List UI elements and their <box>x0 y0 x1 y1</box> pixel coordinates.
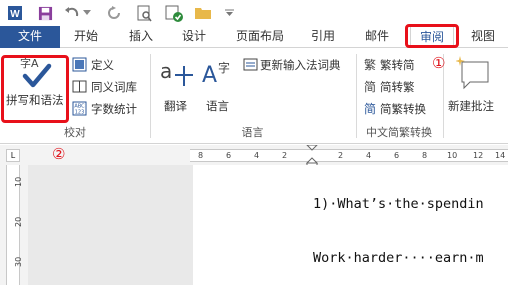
document-line[interactable]: 1)·What’s·the·spendin <box>313 196 484 212</box>
document-line[interactable]: Work·harder····earn·m <box>313 250 484 266</box>
translate-label: 翻译 <box>164 99 187 113</box>
undo-dropdown-icon[interactable] <box>82 3 92 23</box>
callout-two: ② <box>52 145 66 163</box>
vruler-tick: 30 <box>14 256 23 267</box>
tab-file[interactable]: 文件 <box>0 26 60 48</box>
define-icon <box>72 57 87 72</box>
ruler-tick: 6 <box>226 151 232 160</box>
chinese-convert-button[interactable]: 简 简繁转换 <box>362 100 442 118</box>
simp-to-trad-label: 简转繁 <box>380 80 415 94</box>
language-label: 语言 <box>206 99 229 113</box>
ruler-tick: 2 <box>338 151 344 160</box>
language-icon: A 字 <box>202 60 230 88</box>
svg-text:A: A <box>202 63 217 88</box>
tab-view[interactable]: 视图 <box>460 26 506 48</box>
ribbon-review: 字A 拼写和语法 定义 同义词库 ABC 123 字数统计 校对 a 翻译 A 字… <box>0 48 508 144</box>
trad-to-simp-button[interactable]: 繁 繁转简 <box>362 56 442 74</box>
svg-text:简: 简 <box>364 80 376 94</box>
svg-text:123: 123 <box>75 110 85 116</box>
ime-dictionary-icon <box>243 58 258 71</box>
word-count-label: 字数统计 <box>91 102 137 116</box>
tab-home[interactable]: 开始 <box>63 26 109 48</box>
update-ime-dictionary-button[interactable]: 更新输入法词典 <box>243 56 351 74</box>
define-label: 定义 <box>91 58 114 72</box>
word-icon[interactable]: W <box>6 3 24 23</box>
tab-page-layout[interactable]: 页面布局 <box>228 26 292 48</box>
ruler-tick: 2 <box>282 151 288 160</box>
chinese-convert-icon: 简 <box>364 102 376 116</box>
ruler-tick: 14 <box>495 151 506 160</box>
spelling-icon[interactable] <box>164 3 184 23</box>
thesaurus-icon <box>72 80 87 93</box>
ruler-tick: 8 <box>198 151 204 160</box>
tab-selector-button[interactable]: L <box>6 149 20 162</box>
tab-mailings[interactable]: 邮件 <box>354 26 400 48</box>
chinese-convert-label: 简繁转换 <box>380 102 426 116</box>
spelling-button-highlight <box>1 55 69 123</box>
ruler-tick: 8 <box>422 151 428 160</box>
ruler-tick: 12 <box>473 151 484 160</box>
simp-to-trad-icon: 简 <box>364 80 376 94</box>
ruler-tick: 4 <box>254 151 260 160</box>
open-folder-icon[interactable] <box>193 3 213 23</box>
print-preview-icon[interactable] <box>135 3 153 23</box>
svg-text:繁: 繁 <box>364 57 376 72</box>
document-canvas: 1)·What’s·the·spendin Work·harder····ear… <box>28 165 508 285</box>
vertical-ruler[interactable]: 10 20 30 <box>0 165 28 285</box>
svg-text:简: 简 <box>364 102 376 116</box>
vertical-ruler-strip: 10 20 30 <box>6 165 23 285</box>
callout-one: ① <box>432 54 446 72</box>
indent-marker-icon[interactable] <box>306 145 318 167</box>
language-group-label: 语言 <box>241 126 264 139</box>
thesaurus-button[interactable]: 同义词库 <box>70 78 160 96</box>
customize-dropdown-icon[interactable] <box>224 3 234 23</box>
thesaurus-label: 同义词库 <box>91 80 137 94</box>
translate-icon: a <box>160 59 193 86</box>
save-icon[interactable] <box>36 3 54 23</box>
tab-references[interactable]: 引用 <box>300 26 346 48</box>
document-page[interactable]: 1)·What’s·the·spendin Work·harder····ear… <box>193 165 508 285</box>
ruler-tick: 6 <box>394 151 400 160</box>
new-comment-label: 新建批注 <box>448 99 494 113</box>
horizontal-ruler-row: L ② 8 6 4 2 2 4 6 8 10 12 14 <box>0 145 508 167</box>
ruler-tick: 4 <box>366 151 372 160</box>
update-ime-dictionary-label: 更新输入法词典 <box>260 58 341 72</box>
quick-access-toolbar: W <box>0 0 508 26</box>
chinese-group-label: 中文简繁转换 <box>366 126 432 139</box>
tab-insert[interactable]: 插入 <box>118 26 164 48</box>
ruler-tick: 10 <box>447 151 458 160</box>
new-comment-icon <box>456 56 489 90</box>
proofing-group-label: 校对 <box>64 126 86 139</box>
redo-icon[interactable] <box>106 3 122 23</box>
vruler-tick: 20 <box>14 216 23 227</box>
undo-icon[interactable] <box>64 3 80 23</box>
svg-text:W: W <box>10 9 20 20</box>
svg-text:a: a <box>160 59 172 83</box>
simp-to-trad-button[interactable]: 简 简转繁 <box>362 78 442 96</box>
vruler-tick: 10 <box>14 176 23 187</box>
translate-button[interactable]: a 翻译 <box>156 56 196 118</box>
trad-to-simp-icon: 繁 <box>364 57 376 72</box>
language-button[interactable]: A 字 语言 <box>200 56 240 118</box>
new-comment-button[interactable]: 新建批注 <box>446 56 506 118</box>
svg-text:字: 字 <box>218 60 230 75</box>
word-count-icon: ABC123 <box>72 101 87 116</box>
review-tab-highlight <box>405 24 459 48</box>
define-button[interactable]: 定义 <box>70 56 160 74</box>
horizontal-ruler[interactable]: 8 6 4 2 2 4 6 8 10 12 14 <box>190 145 508 167</box>
trad-to-simp-label: 繁转简 <box>380 58 415 72</box>
word-count-button[interactable]: ABC 123 字数统计 <box>70 100 160 118</box>
tab-design[interactable]: 设计 <box>171 26 217 48</box>
